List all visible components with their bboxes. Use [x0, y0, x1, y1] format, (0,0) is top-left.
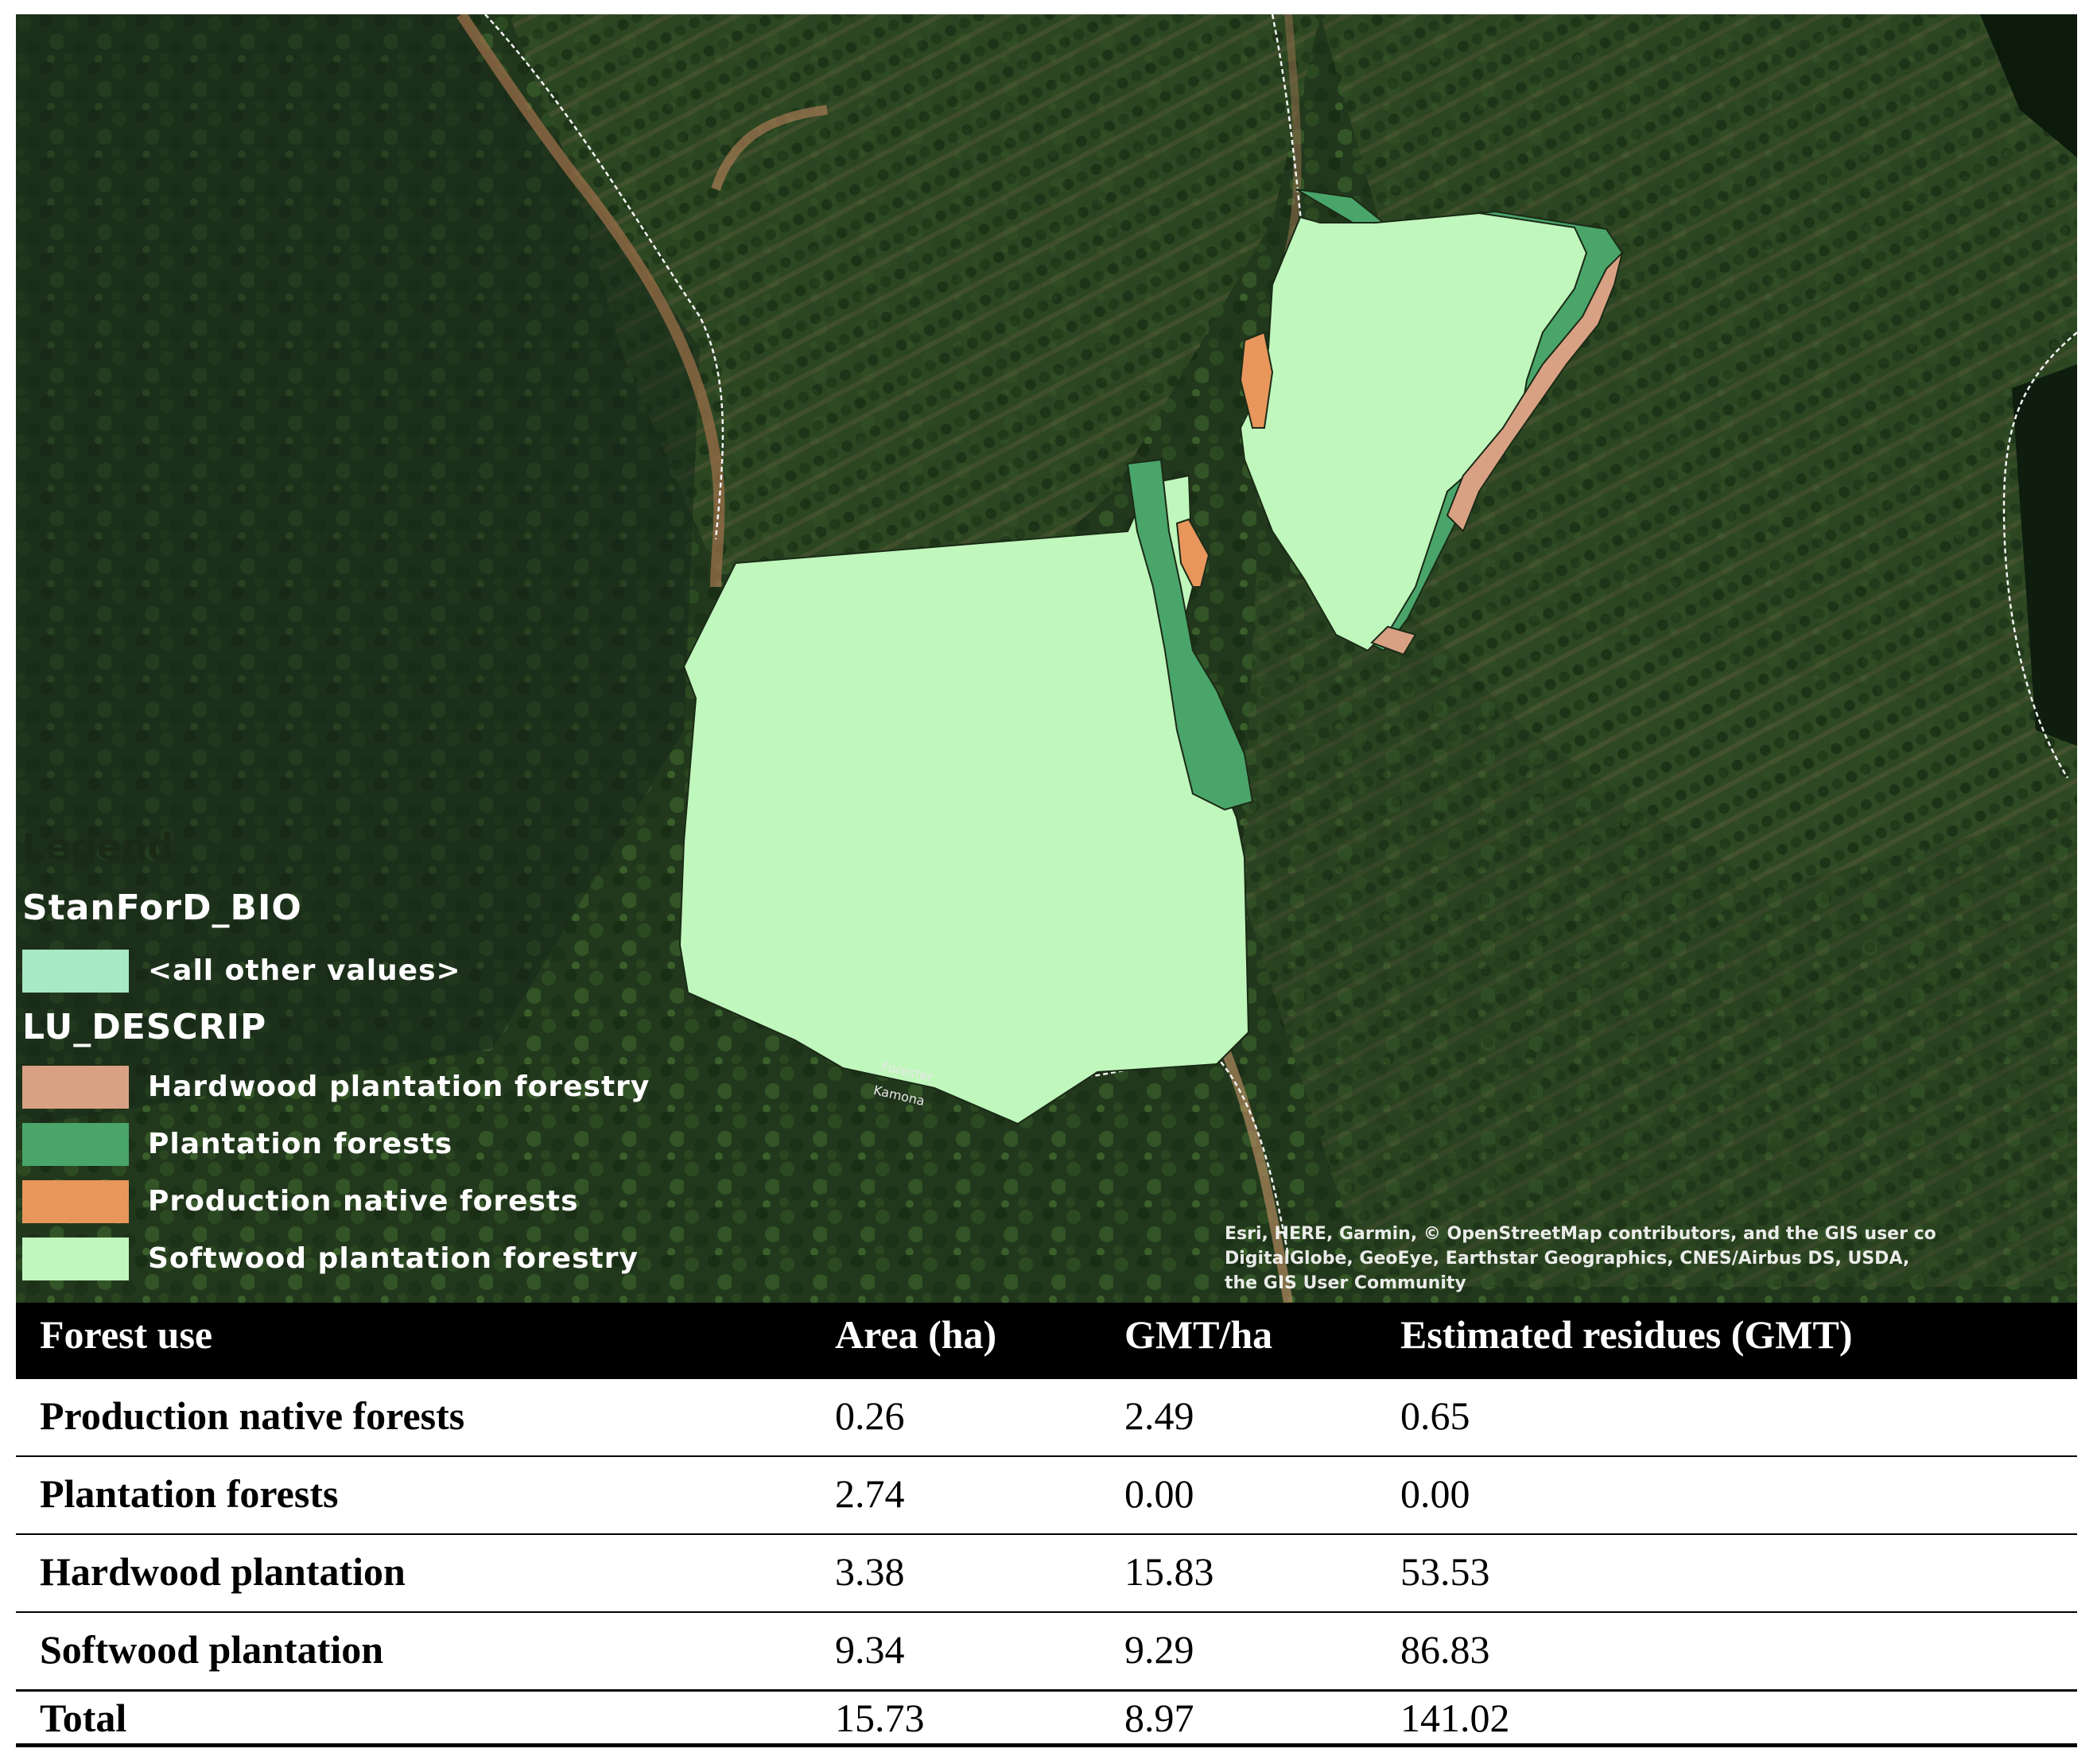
cell-residues: 0.00 [1400, 1471, 1470, 1516]
legend-item-all-other-values: <all other values> [22, 950, 738, 994]
legend-swatch [22, 1066, 129, 1109]
cell-forest-use: Softwood plantation [40, 1627, 384, 1672]
cell-residues: 0.65 [1400, 1393, 1470, 1438]
table-row: Plantation forests 2.74 0.00 0.00 [16, 1457, 2077, 1533]
header-area: Area (ha) [835, 1312, 997, 1357]
header-gmt-per-ha: GMT/ha [1124, 1312, 1273, 1357]
cell-area: 3.38 [835, 1549, 905, 1594]
header-estimated-residues: Estimated residues (GMT) [1400, 1312, 1853, 1357]
legend-item-label: Production native forests [148, 1185, 579, 1218]
cell-area: 15.73 [835, 1696, 925, 1740]
legend-item-production-native-forests: Production native forests [22, 1180, 738, 1225]
legend-title: Legend [22, 826, 174, 868]
legend-layer-lu-descrip: LU_DESCRIP [22, 1007, 267, 1047]
map-attribution: Esri, HERE, Garmin, © OpenStreetMap cont… [1225, 1222, 2077, 1296]
cell-gmt-per-ha: 15.83 [1124, 1549, 1214, 1594]
map-view[interactable]: Forester Kamona Legend StanForD_BIO <all… [16, 14, 2077, 1303]
legend-item-label: Softwood plantation forestry [148, 1242, 639, 1275]
cell-forest-use: Hardwood plantation [40, 1549, 406, 1594]
cell-area: 9.34 [835, 1627, 905, 1672]
cell-area: 0.26 [835, 1393, 905, 1438]
header-forest-use: Forest use [40, 1312, 213, 1357]
legend-item-label: Hardwood plantation forestry [148, 1070, 650, 1103]
cell-residues: 86.83 [1400, 1627, 1490, 1672]
map-legend: Legend StanForD_BIO <all other values> L… [22, 826, 738, 1303]
cell-residues: 141.02 [1400, 1696, 1510, 1740]
cell-forest-use: Production native forests [40, 1393, 465, 1438]
cell-gmt-per-ha: 2.49 [1124, 1393, 1194, 1438]
legend-layer-stanford-bio: StanForD_BIO [22, 888, 302, 928]
legend-swatch [22, 1180, 129, 1223]
cell-forest-use: Plantation forests [40, 1471, 339, 1516]
table-row-total: Total 15.73 8.97 141.02 [16, 1692, 2077, 1744]
legend-item-label: <all other values> [148, 954, 461, 987]
legend-swatch [22, 1238, 129, 1280]
legend-item-plantation-forests: Plantation forests [22, 1123, 738, 1168]
cell-gmt-per-ha: 9.29 [1124, 1627, 1194, 1672]
legend-swatch [22, 1123, 129, 1166]
cell-gmt-per-ha: 0.00 [1124, 1471, 1194, 1516]
forest-residues-table: Forest use Area (ha) GMT/ha Estimated re… [16, 1303, 2077, 1748]
cell-residues: 53.53 [1400, 1549, 1490, 1594]
legend-swatch [22, 950, 129, 993]
table-row: Hardwood plantation 3.38 15.83 53.53 [16, 1535, 2077, 1611]
legend-item-softwood-plantation-forestry: Softwood plantation forestry [22, 1238, 738, 1282]
attribution-line: the GIS User Community [1225, 1273, 1466, 1293]
cell-gmt-per-ha: 8.97 [1124, 1696, 1194, 1740]
table-header-row: Forest use Area (ha) GMT/ha Estimated re… [16, 1303, 2077, 1379]
table-row: Softwood plantation 9.34 9.29 86.83 [16, 1613, 2077, 1689]
legend-item-hardwood-plantation-forestry: Hardwood plantation forestry [22, 1066, 738, 1110]
cell-forest-use: Total [40, 1696, 127, 1740]
table-row: Production native forests 0.26 2.49 0.65 [16, 1379, 2077, 1455]
legend-item-label: Plantation forests [148, 1128, 453, 1160]
attribution-line: Esri, HERE, Garmin, © OpenStreetMap cont… [1225, 1224, 1936, 1244]
cell-area: 2.74 [835, 1471, 905, 1516]
attribution-line: DigitalGlobe, GeoEye, Earthstar Geograph… [1225, 1249, 1910, 1269]
table-bottom-border [16, 1743, 2077, 1747]
